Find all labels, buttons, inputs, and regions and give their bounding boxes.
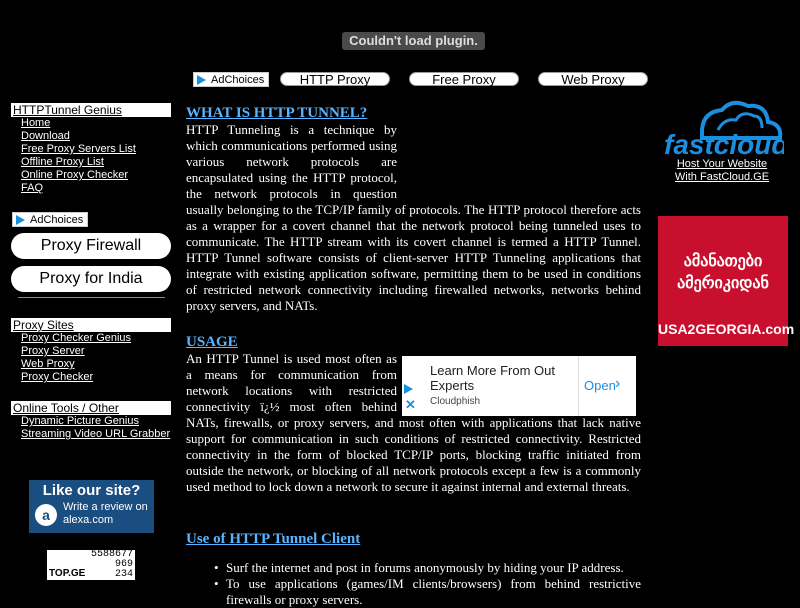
sidebar-link-proxy-checker[interactable]: Proxy Checker [21, 371, 93, 384]
ad-choices-icon [404, 384, 413, 394]
top-ge-counter[interactable]: 5588677 969 234 TOP.GE [47, 550, 135, 580]
sidebar-link-download[interactable]: Download [21, 130, 70, 143]
chevron-right-icon: › [615, 375, 621, 392]
client-uses-list: • Surf the internet and post in forums a… [186, 560, 641, 608]
ad-source: Cloudphish [430, 396, 481, 407]
counter-label: TOP.GE [49, 568, 86, 579]
sidebar-link-online-proxy-checker[interactable]: Online Proxy Checker [21, 169, 128, 182]
bullet-icon: • [214, 576, 219, 591]
adchoices-top[interactable]: AdChoices [193, 72, 269, 87]
list-item: • To use applications (games/IM clients/… [186, 576, 641, 608]
sidebar-heading-httptunnel[interactable]: HTTPTunnel Genius [11, 103, 171, 117]
usa-line-2: ამერიკიდან [677, 275, 769, 292]
sidebar-link-streaming-video-grabber[interactable]: Streaming Video URL Grabber [21, 428, 170, 441]
proxy-firewall-button[interactable]: Proxy Firewall [11, 233, 171, 259]
sidebar-link-proxy-checker-genius[interactable]: Proxy Checker Genius [21, 332, 131, 345]
sidebar-heading-proxy-sites[interactable]: Proxy Sites [11, 318, 171, 332]
sidebar-link-web-proxy[interactable]: Web Proxy [21, 358, 75, 371]
bullet-text: To use applications (games/IM clients/br… [226, 576, 641, 607]
list-item: • Surf the internet and post in forums a… [186, 560, 641, 576]
alexa-review-badge[interactable]: Like our site? a Write a review on alexa… [29, 480, 154, 533]
sidebar-link-free-proxy-list[interactable]: Free Proxy Servers List [21, 143, 136, 156]
heading-what-is-http-tunnel[interactable]: WHAT IS HTTP TUNNEL? [186, 105, 367, 122]
heading-usage[interactable]: USAGE [186, 334, 238, 351]
plugin-error-message: Couldn't load plugin. [342, 32, 485, 50]
nav-free-proxy[interactable]: Free Proxy [409, 72, 519, 87]
alexa-logo-icon: a [35, 504, 57, 526]
usa2georgia-banner[interactable]: ამანათები ამერიკიდან USA2GEORGIA.com [658, 216, 795, 346]
bullet-icon: • [214, 560, 219, 575]
fastcloud-logo[interactable]: fastcloud [662, 100, 789, 160]
heading-use-of-client[interactable]: Use of HTTP Tunnel Client [186, 531, 360, 548]
para-what-is: HTTP Tunneling is a technique by which c… [186, 122, 641, 314]
sidebar-heading-online-tools[interactable]: Online Tools / Other [11, 401, 171, 415]
usa-line-1: ამანათები [683, 253, 763, 270]
fastcloud-cloud-icon: fastcloud [664, 100, 789, 160]
sidebar-link-faq[interactable]: FAQ [21, 182, 43, 195]
ad-close-icon[interactable]: ✕ [405, 398, 416, 411]
adchoices-label: AdChoices [211, 74, 265, 86]
ad-open-button[interactable]: Open [584, 378, 616, 393]
proxy-for-india-button[interactable]: Proxy for India [11, 266, 171, 292]
adchoices-label: AdChoices [30, 214, 84, 226]
alexa-subtitle: Write a review on alexa.com [63, 501, 148, 526]
fastcloud-text-1: Host Your Website [676, 158, 768, 170]
counter-value-3: 234 [114, 569, 133, 580]
fastcloud-link[interactable]: Host Your Website With FastCloud.GE [660, 158, 784, 184]
ad-divider [578, 356, 579, 416]
sidebar-divider [18, 297, 165, 298]
sidebar-link-home[interactable]: Home [21, 117, 50, 130]
fastcloud-logo-text: fastcloud [664, 129, 784, 158]
adchoices-icon [197, 75, 206, 85]
nav-web-proxy[interactable]: Web Proxy [538, 72, 648, 87]
bullet-text: Surf the internet and post in forums ano… [226, 560, 624, 575]
nav-http-proxy[interactable]: HTTP Proxy [280, 72, 390, 87]
sidebar-link-offline-proxy-list[interactable]: Offline Proxy List [21, 156, 104, 169]
ad-title: Learn More From Out Experts [430, 363, 555, 393]
adchoices-icon [16, 215, 25, 225]
para1-float-spacer [397, 122, 641, 202]
sidebar-link-dynamic-picture-genius[interactable]: Dynamic Picture Genius [21, 415, 139, 428]
fastcloud-text-2: With FastCloud.GE [674, 171, 770, 183]
sidebar-link-proxy-server[interactable]: Proxy Server [21, 345, 85, 358]
usa-site: USA2GEORGIA.com [658, 321, 795, 337]
alexa-title: Like our site? [42, 482, 141, 499]
adchoices-sidebar[interactable]: AdChoices [12, 212, 88, 227]
cloudphish-ad[interactable]: ✕ Learn More From Out Experts Cloudphish… [402, 356, 636, 416]
